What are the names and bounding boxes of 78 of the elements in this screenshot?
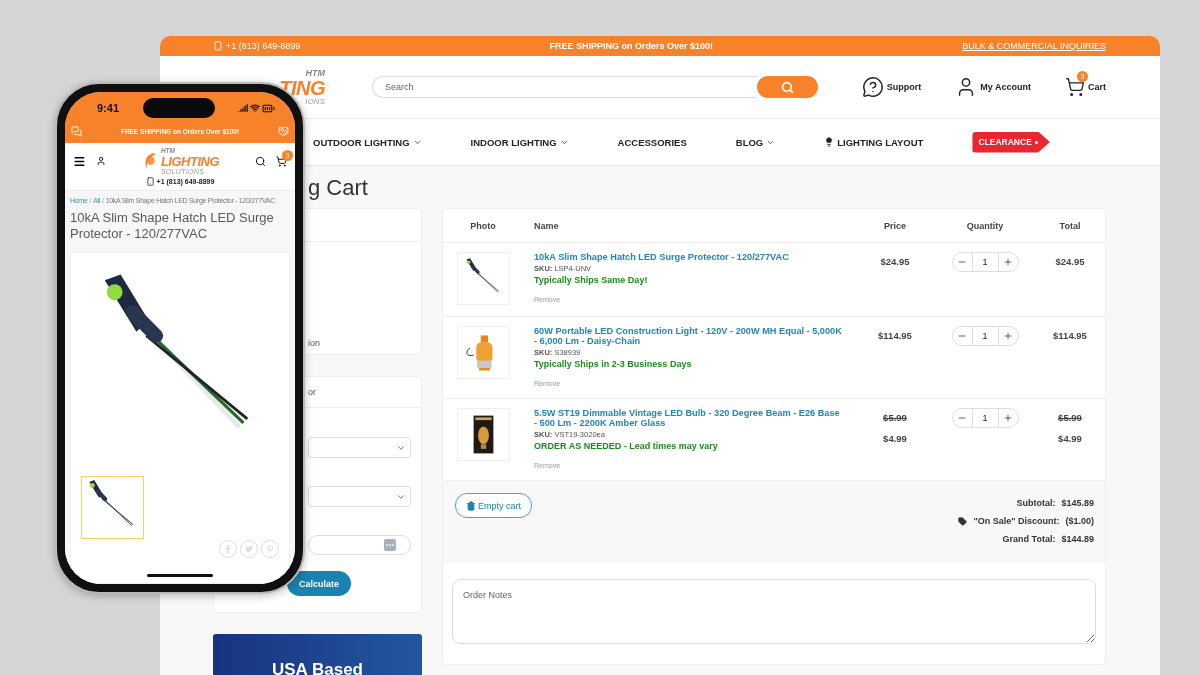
search-button[interactable]	[757, 76, 818, 98]
product-link[interactable]: 10kA Slim Shape Hatch LED Surge Protector - 120/277VAC	[534, 252, 845, 262]
nav-link[interactable]: ACCESSORIES	[617, 136, 687, 148]
panel-text: ion	[308, 338, 321, 348]
summary-value: $145.89	[1061, 498, 1094, 508]
summary-label: Subtotal:	[1016, 498, 1056, 508]
search-icon	[781, 80, 794, 94]
product-title: 10kA Slim Shape Hatch LED Surge Protector - 120/277VAC	[70, 209, 275, 242]
summary-label: "On Sale" Discount:	[973, 516, 1060, 526]
phone-number: +1 (813) 649-8899	[213, 41, 301, 51]
handshake-icon	[278, 126, 289, 137]
home-indicator	[147, 574, 213, 577]
logo-text: LIGHTING	[160, 154, 219, 168]
shipping-note: Typically Ships in 2-3 Business Days	[534, 359, 693, 369]
product-link[interactable]: 60W Portable LED Construction Light - 120V - 200W MH Equal - 5,000K - 6,000 Lm - Daisy-Chain	[534, 326, 845, 346]
search-icon[interactable]	[255, 155, 266, 167]
shipping-note: Typically Ships Same Day!	[534, 275, 649, 285]
line-total: $114.95	[1053, 330, 1087, 341]
page-title: g Cart	[308, 174, 369, 202]
select-field[interactable]	[308, 486, 411, 507]
plus-icon	[1003, 331, 1013, 341]
cart-icon	[1065, 77, 1085, 97]
column-header: Quantity	[966, 220, 1004, 231]
column-header: Price	[884, 220, 906, 231]
header-link[interactable]: Support	[861, 76, 922, 98]
empty-cart-button[interactable]: Empty cart	[455, 493, 532, 518]
support-icon	[861, 76, 884, 98]
column-header: Total	[1059, 220, 1081, 231]
column-header: Name	[533, 220, 559, 231]
logo-text: HTM	[305, 68, 325, 78]
dot-icon	[1034, 140, 1038, 144]
summary-value: ($1.00)	[1065, 516, 1094, 526]
product-link[interactable]: 5.5W ST19 Dimmable Vintage LED Bulb - 320 Degree Beam - E26 Base - 500 Lm - 2200K Amber Glass	[534, 408, 845, 428]
phone-icon	[213, 41, 223, 51]
search-field[interactable]: Search	[372, 76, 757, 98]
menu-icon[interactable]	[73, 154, 86, 168]
nav-link[interactable]: OUTDOOR LIGHTING	[313, 136, 422, 148]
banner-text: USA Based	[272, 660, 363, 675]
calculate-button[interactable]: Calculate	[287, 571, 351, 596]
quantity-value[interactable]: 1	[971, 409, 999, 427]
old-price: $5.99	[883, 412, 907, 423]
tag-icon	[958, 516, 968, 526]
column-header: Photo	[470, 220, 496, 231]
plus-icon	[1003, 413, 1013, 423]
key-icon	[384, 539, 396, 551]
price: $114.95	[878, 330, 912, 341]
lightbulb-icon	[824, 137, 835, 147]
line-total: $24.95	[1055, 256, 1085, 267]
wifi-icon	[250, 103, 260, 113]
order-notes-field[interactable]: Order Notes	[452, 579, 1096, 644]
header-link[interactable]: My Account	[955, 76, 1031, 98]
promo-text: FREE SHIPPING on Orders Over $100!	[549, 41, 714, 51]
select-field[interactable]	[308, 437, 411, 458]
price: $4.99	[883, 433, 907, 444]
quantity-value[interactable]: 1	[971, 327, 999, 345]
signal-icon	[238, 103, 248, 113]
thumbnail[interactable]	[81, 475, 144, 539]
nav-link[interactable]: INDOOR LIGHTING	[470, 136, 569, 148]
clearance-tag[interactable]: CLEARANCE	[972, 131, 1050, 153]
nav-link[interactable]: LIGHTING LAYOUT	[824, 136, 924, 148]
user-icon[interactable]	[96, 156, 106, 167]
chat-icon	[71, 126, 82, 137]
phone-icon	[145, 176, 155, 186]
summary-value: $144.89	[1061, 534, 1094, 544]
panel-title: or	[308, 387, 316, 397]
quantity-value[interactable]: 1	[971, 253, 999, 271]
summary-label: Grand Total:	[1002, 534, 1056, 544]
old-total: $5.99	[1058, 412, 1082, 423]
logo-text: TING	[279, 77, 325, 98]
shipping-note: ORDER AS NEEDED - Lead times may vary	[534, 441, 719, 451]
line-total: $4.99	[1058, 433, 1082, 444]
plus-icon	[1003, 257, 1013, 267]
nav-link[interactable]: BLOG	[735, 136, 776, 148]
inquiries-link[interactable]: BULK & COMMERCIAL INQUIRIES	[962, 41, 1106, 51]
status-time: 9:41	[97, 102, 120, 114]
cart-icon[interactable]	[276, 155, 287, 167]
trash-icon	[466, 500, 476, 511]
price: $24.95	[880, 256, 910, 267]
